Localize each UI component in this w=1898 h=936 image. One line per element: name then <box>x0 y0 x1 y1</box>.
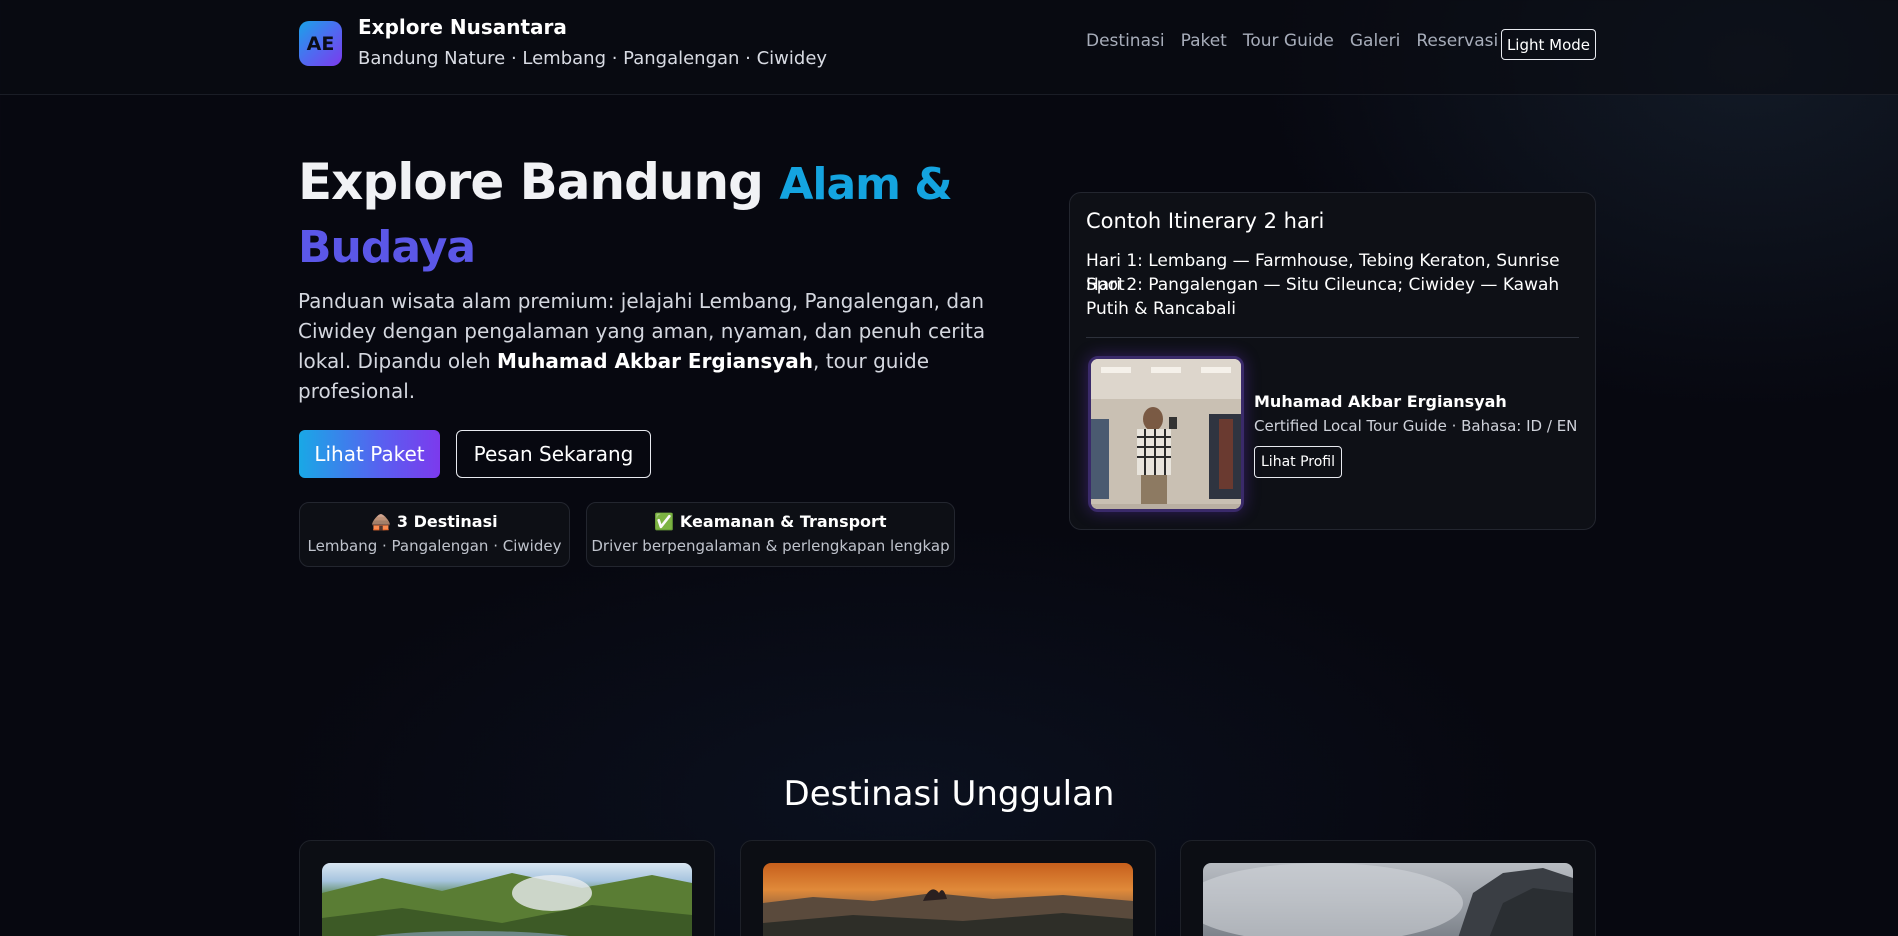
destination-card[interactable] <box>1180 840 1596 936</box>
crater-illustration <box>322 873 692 936</box>
destination-image <box>1183 863 1573 936</box>
destination-card[interactable] <box>299 840 715 936</box>
brand-subtitle: Bandung Nature · Lembang · Pangalengan ·… <box>358 48 828 69</box>
top-navigation-bar <box>0 0 1898 95</box>
stat-card-keamanan: ✅ Keamanan & Transport Driver berpengala… <box>586 502 955 567</box>
itinerary-card: Contoh Itinerary 2 hari Hari 1: Lembang … <box>1069 192 1596 530</box>
check-icon: ✅ <box>654 512 675 531</box>
hero-description: Panduan wisata alam premium: jelajahi Le… <box>298 286 998 406</box>
nav-link-tour-guide[interactable]: Tour Guide <box>1243 31 1334 51</box>
destination-image <box>763 863 1133 936</box>
stat-title: ✅ Keamanan & Transport <box>587 512 954 531</box>
main-nav: Destinasi Paket Tour Guide Galeri Reserv… <box>1086 31 1514 51</box>
stat-subtitle: Lembang · Pangalengan · Ciwidey <box>307 537 562 555</box>
destination-card[interactable] <box>740 840 1156 936</box>
hero-title-main: Explore Bandung <box>298 153 764 211</box>
stat-subtitle: Driver berpengalaman & perlengkapan leng… <box>591 537 950 555</box>
misty-cliff-illustration <box>1183 863 1573 936</box>
stat-title: 🛖 3 Destinasi <box>300 512 569 531</box>
lihat-paket-button[interactable]: Lihat Paket <box>299 430 440 478</box>
divider <box>1086 337 1579 338</box>
nav-link-destinasi[interactable]: Destinasi <box>1086 31 1165 51</box>
brand-title[interactable]: Explore Nusantara <box>358 15 567 39</box>
itinerary-title: Contoh Itinerary 2 hari <box>1086 209 1325 233</box>
guide-photo <box>1088 356 1244 512</box>
stat-title-text: 3 Destinasi <box>396 512 498 531</box>
pesan-sekarang-button[interactable]: Pesan Sekarang <box>456 430 651 478</box>
stat-card-destinasi: 🛖 3 Destinasi Lembang · Pangalengan · Ci… <box>299 502 570 567</box>
nav-link-galeri[interactable]: Galeri <box>1350 31 1401 51</box>
nav-link-paket[interactable]: Paket <box>1181 31 1227 51</box>
hero-title-accent-2: Budaya <box>298 222 476 273</box>
itinerary-day-2: Hari 2: Pangalengan — Situ Cileunca; Ciw… <box>1086 275 1560 319</box>
destination-image <box>322 863 692 936</box>
hero-desc-guide-name: Muhamad Akbar Ergiansyah <box>497 349 814 373</box>
nav-link-reservasi[interactable]: Reservasi <box>1416 31 1498 51</box>
stat-title-text: Keamanan & Transport <box>679 512 887 531</box>
sunrise-illustration <box>763 889 1133 936</box>
light-mode-button[interactable]: Light Mode <box>1501 29 1596 60</box>
destinasi-section-title: Destinasi Unggulan <box>783 774 1115 814</box>
hero-title: Explore Bandung Alam & Budaya <box>298 152 998 278</box>
guide-photo-illustration <box>1091 359 1241 509</box>
brand-logo[interactable]: AE <box>299 21 342 66</box>
hero-title-accent-1: Alam & <box>779 159 952 210</box>
guide-name: Muhamad Akbar Ergiansyah <box>1254 392 1507 411</box>
guide-role: Certified Local Tour Guide · Bahasa: ID … <box>1254 417 1578 435</box>
hut-icon: 🛖 <box>371 512 392 531</box>
lihat-profil-button[interactable]: Lihat Profil <box>1254 446 1342 478</box>
